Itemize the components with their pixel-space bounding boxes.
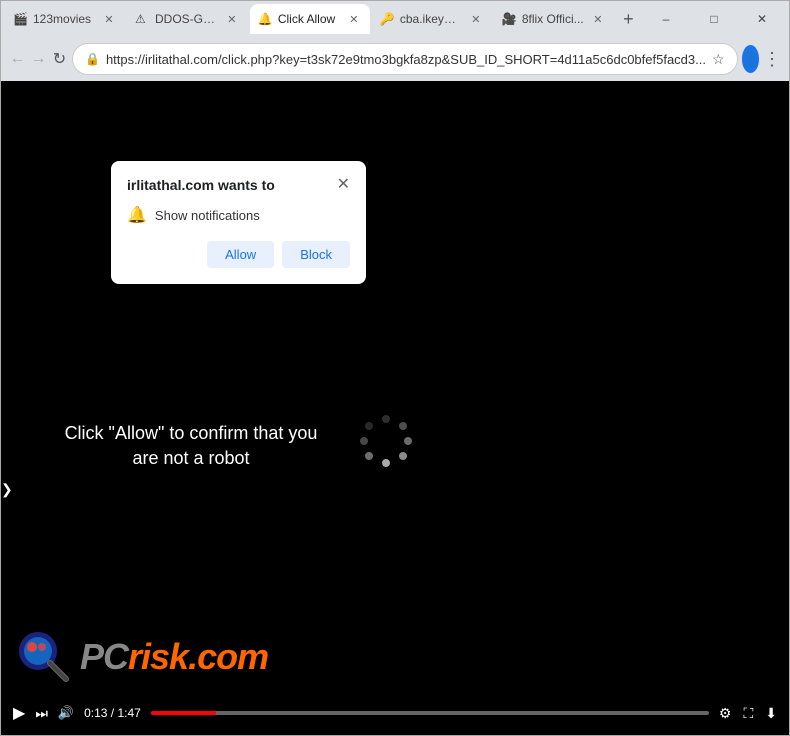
allow-button[interactable]: Allow (207, 241, 274, 268)
tab-label-5: 8flix Offici... (522, 12, 584, 26)
url-bar[interactable]: 🔒 https://irlitathal.com/click.php?key=t… (72, 43, 738, 75)
tab-favicon-5: 🎥 (502, 12, 516, 26)
menu-icon[interactable]: ⋮ (763, 49, 781, 70)
tab-close-4[interactable]: ✕ (468, 11, 484, 27)
play-button[interactable]: ▶ (13, 703, 25, 723)
profile-icon[interactable]: 👤 (742, 45, 759, 73)
window-controls: – □ ✕ (643, 3, 785, 35)
close-button[interactable]: ✕ (739, 3, 785, 35)
loading-spinner (356, 411, 416, 471)
volume-button[interactable]: 🔊 (58, 705, 74, 721)
next-button[interactable]: ⏭ (35, 705, 48, 722)
tab-label-2: DDOS-GUA... (155, 12, 218, 26)
progress-fill (151, 711, 216, 715)
block-button[interactable]: Block (282, 241, 350, 268)
tab-123movies[interactable]: 🎬 123movies ✕ (5, 4, 125, 34)
fullscreen-button[interactable]: ⛶ (743, 705, 753, 722)
popup-header: irlitathal.com wants to ✕ (127, 177, 350, 193)
popup-buttons: Allow Block (127, 241, 350, 268)
side-arrow: ❯ (1, 481, 13, 498)
tab-close-1[interactable]: ✕ (101, 11, 117, 27)
url-text: https://irlitathal.com/click.php?key=t3s… (106, 52, 706, 67)
tab-close-5[interactable]: ✕ (590, 11, 606, 27)
tab-close-2[interactable]: ✕ (224, 11, 240, 27)
right-controls: ⚙ ⛶ ⬇ (719, 705, 777, 722)
title-bar: 🎬 123movies ✕ ⚠ DDOS-GUA... ✕ 🔔 Click Al… (1, 1, 789, 37)
tab-label-4: cba.ikeym... (400, 12, 462, 26)
tab-8flix[interactable]: 🎥 8flix Offici... ✕ (494, 4, 614, 34)
bell-icon: 🔔 (127, 205, 147, 225)
popup-notification-item: 🔔 Show notifications (127, 205, 350, 225)
browser-window: 🎬 123movies ✕ ⚠ DDOS-GUA... ✕ 🔔 Click Al… (0, 0, 790, 736)
minimize-button[interactable]: – (643, 3, 689, 35)
tab-click-allow[interactable]: 🔔 Click Allow ✕ (250, 4, 370, 34)
tab-favicon-4: 🔑 (380, 12, 394, 26)
popup-close-button[interactable]: ✕ (337, 177, 350, 193)
video-controls: ▶ ⏭ 🔊 0:13 / 1:47 ⚙ ⛶ ⬇ (1, 691, 789, 735)
tab-label-1: 123movies (33, 12, 95, 26)
tab-favicon-3: 🔔 (258, 12, 272, 26)
tab-label-3: Click Allow (278, 12, 340, 26)
popup-item-text: Show notifications (155, 208, 260, 223)
tab-ddos[interactable]: ⚠ DDOS-GUA... ✕ (127, 4, 248, 34)
reload-button[interactable]: ↻ (51, 43, 68, 75)
tab-favicon-2: ⚠ (135, 12, 149, 26)
address-bar: ← → ↻ 🔒 https://irlitathal.com/click.php… (1, 37, 789, 81)
pcrisk-logo: PCrisk.com (16, 629, 268, 685)
restore-button[interactable]: □ (691, 3, 737, 35)
notification-popup: irlitathal.com wants to ✕ 🔔 Show notific… (111, 161, 366, 284)
popup-title: irlitathal.com wants to (127, 177, 275, 193)
pcrisk-icon (16, 629, 72, 685)
progress-bar[interactable] (151, 711, 709, 715)
tab-favicon-1: 🎬 (13, 12, 27, 26)
download-button[interactable]: ⬇ (765, 705, 777, 722)
tab-cba[interactable]: 🔑 cba.ikeym... ✕ (372, 4, 492, 34)
settings-button[interactable]: ⚙ (719, 705, 732, 722)
tab-close-3[interactable]: ✕ (346, 11, 362, 27)
click-confirm-text: Click "Allow" to confirm that you are no… (51, 421, 331, 471)
time-display: 0:13 / 1:47 (84, 706, 141, 720)
bookmark-icon[interactable]: ☆ (712, 51, 725, 68)
pcrisk-text: PCrisk.com (80, 636, 268, 678)
forward-button[interactable]: → (30, 43, 47, 75)
lock-icon: 🔒 (85, 52, 100, 66)
browser-content: Click "Allow" to confirm that you are no… (1, 81, 789, 735)
new-tab-button[interactable]: + (616, 5, 641, 33)
back-button[interactable]: ← (9, 43, 26, 75)
